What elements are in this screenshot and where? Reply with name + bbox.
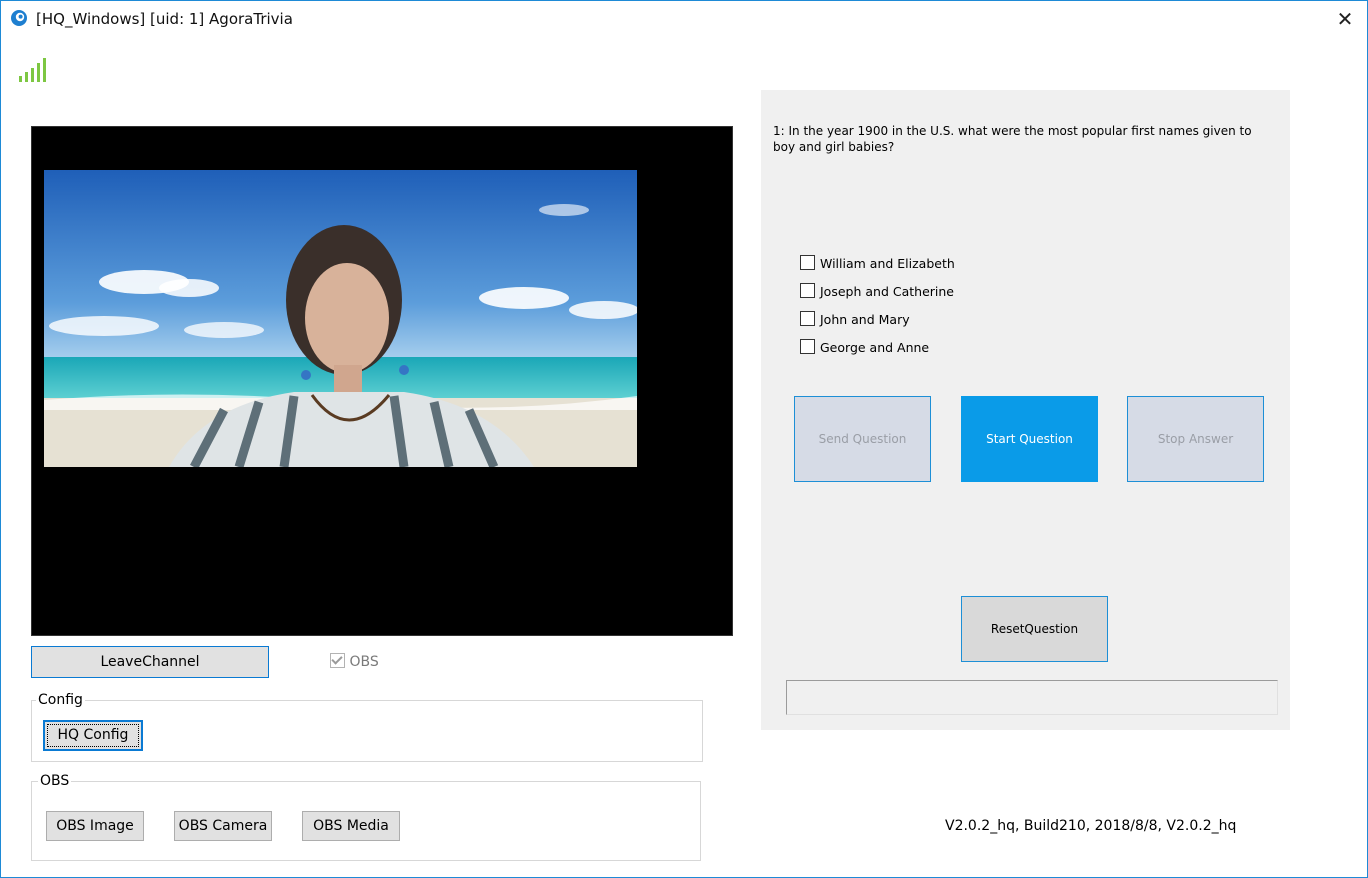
- checkbox-checked-icon[interactable]: [330, 653, 345, 668]
- checkbox-icon[interactable]: [800, 283, 815, 298]
- obs-checkbox[interactable]: OBS: [330, 653, 379, 670]
- video-feed-image: [44, 170, 637, 467]
- start-question-button[interactable]: Start Question: [961, 396, 1098, 482]
- obs-group-label: OBS: [38, 773, 72, 789]
- reset-question-button[interactable]: ResetQuestion: [961, 596, 1108, 662]
- title-bar[interactable]: [HQ_Windows] [uid: 1] AgoraTrivia ✕: [0, 0, 1368, 38]
- app-icon: [11, 10, 27, 26]
- answer-option-label: George and Anne: [820, 340, 930, 355]
- version-label: V2.0.2_hq, Build210, 2018/8/8, V2.0.2_hq: [945, 818, 1237, 834]
- obs-camera-button[interactable]: OBS Camera: [174, 811, 272, 841]
- stop-answer-button[interactable]: Stop Answer: [1127, 396, 1264, 482]
- send-question-button[interactable]: Send Question: [794, 396, 931, 482]
- leave-channel-button[interactable]: LeaveChannel: [31, 646, 269, 678]
- answer-result-field[interactable]: [786, 680, 1278, 715]
- question-text: 1: In the year 1900 in the U.S. what wer…: [773, 124, 1252, 154]
- answer-option[interactable]: William and Elizabeth: [800, 255, 955, 271]
- answer-option[interactable]: John and Mary: [800, 311, 910, 327]
- answer-option-label: John and Mary: [820, 312, 910, 327]
- checkbox-icon[interactable]: [800, 311, 815, 326]
- signal-strength-icon: [19, 58, 46, 82]
- answer-option-label: Joseph and Catherine: [820, 284, 954, 299]
- answer-option[interactable]: Joseph and Catherine: [800, 283, 954, 299]
- answer-option[interactable]: George and Anne: [800, 339, 929, 355]
- answer-option-label: William and Elizabeth: [820, 256, 955, 271]
- obs-checkbox-label: OBS: [349, 654, 379, 670]
- obs-media-button[interactable]: OBS Media: [302, 811, 400, 841]
- obs-image-button[interactable]: OBS Image: [46, 811, 144, 841]
- config-group-label: Config: [36, 692, 85, 708]
- checkbox-icon[interactable]: [800, 255, 815, 270]
- checkbox-icon[interactable]: [800, 339, 815, 354]
- window-title: [HQ_Windows] [uid: 1] AgoraTrivia: [36, 10, 293, 28]
- close-icon[interactable]: ✕: [1330, 6, 1360, 32]
- hq-config-button[interactable]: HQ Config: [43, 720, 143, 751]
